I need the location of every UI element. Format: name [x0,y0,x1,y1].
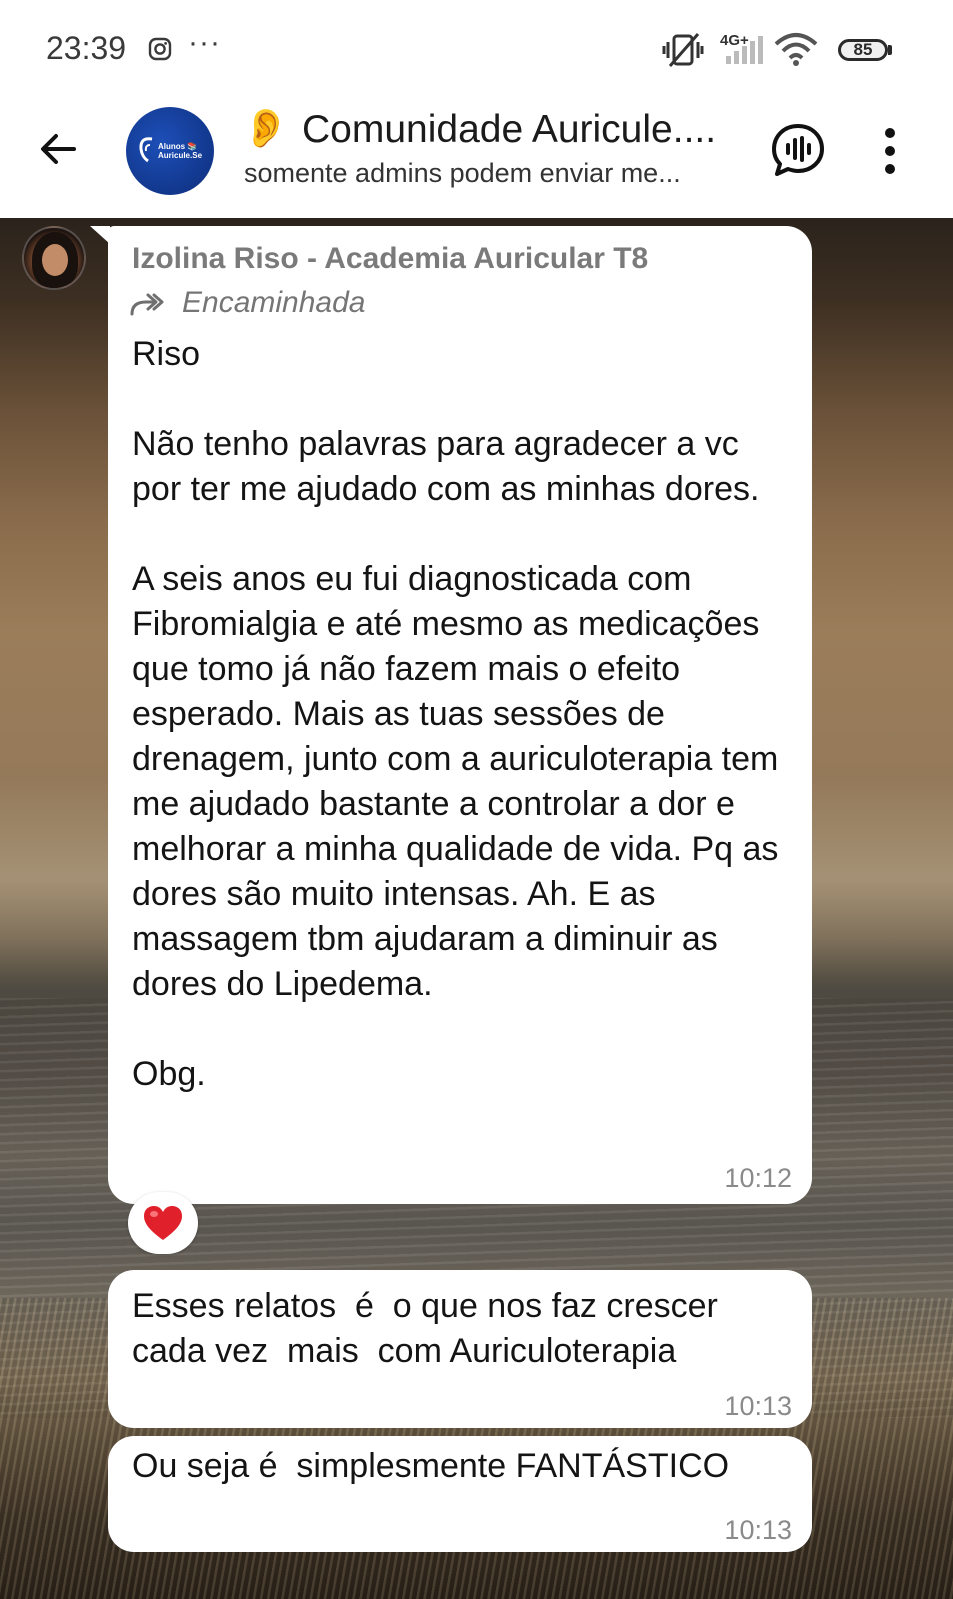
bubble-tail [90,226,110,244]
group-subtitle[interactable]: somente admins podem enviar me... [244,158,681,189]
group-avatar-logo-text: Alunos 📚 Auricule.Se [158,142,202,160]
more-vert-icon[interactable] [880,125,900,177]
battery-tip [888,45,892,55]
signal-icon [726,36,763,64]
message-text: Ou seja é simplesmente FANTÁSTICO [132,1447,730,1485]
message-bubble[interactable]: Izolina Riso - Academia Auricular T8 Enc… [108,226,812,1204]
group-title-row[interactable]: 👂 Comunidade Auricule.... [242,107,742,155]
forward-icon [130,293,164,316]
logo-line-1: Alunos 📚 [158,142,198,151]
message-text: Esses relatos é o que nos faz crescer ca… [132,1287,728,1370]
battery-icon: 85 [838,39,888,61]
logo-line-2: Auricule.Se [158,151,203,160]
message-bubble[interactable]: Esses relatos é o que nos faz crescer ca… [108,1270,812,1428]
ear-emoji-icon: 👂 [242,108,290,150]
chat-header: Alunos 📚 Auricule.Se 👂 Comunidade Auricu… [0,95,953,218]
sender-name[interactable]: Izolina Riso - Academia Auricular T8 [132,242,648,276]
instagram-icon [148,37,172,61]
heart-icon [144,1206,182,1240]
message-bubble[interactable]: Ou seja é simplesmente FANTÁSTICO 10:13 [108,1436,812,1552]
message-time: 10:13 [724,1515,792,1545]
status-more-icon: ··· [188,26,221,59]
chat-area[interactable]: Izolina Riso - Academia Auricular T8 Enc… [0,218,953,1599]
avatar-face [42,244,68,276]
status-bar: 23:39 ··· 4G+ 85 [0,0,953,95]
group-avatar[interactable]: Alunos 📚 Auricule.Se [126,107,214,195]
ear-logo-icon [139,137,153,163]
message-time: 10:13 [724,1391,792,1421]
sender-avatar[interactable] [22,226,86,290]
group-title[interactable]: Comunidade Auricule.... [302,107,716,153]
wifi-icon [774,33,818,66]
vibrate-off-icon [662,33,704,67]
forwarded-label: Encaminhada [182,286,366,319]
message-text: Riso Não tenho palavras para agradecer a… [132,335,779,1093]
back-arrow-icon[interactable] [34,124,84,174]
voice-chat-icon[interactable] [770,122,826,178]
reaction-badge[interactable] [128,1192,198,1254]
status-time: 23:39 [46,30,127,66]
message-time: 10:12 [724,1163,792,1193]
